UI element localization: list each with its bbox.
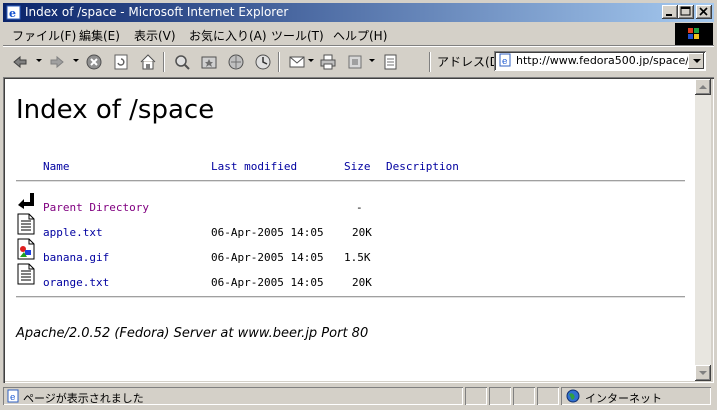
close-icon <box>699 7 708 16</box>
close-button[interactable] <box>696 5 712 19</box>
forward-button[interactable] <box>46 52 68 72</box>
minimize-icon <box>666 14 672 16</box>
security-zone-cell[interactable]: インターネット <box>561 387 711 405</box>
column-header-size[interactable]: Size <box>344 160 371 173</box>
history-icon <box>255 54 271 70</box>
toolbar-separator <box>163 52 165 72</box>
status-message-cell: e ページが表示されました <box>3 387 463 405</box>
scroll-down-button[interactable] <box>695 365 711 381</box>
security-zone-label: インターネット <box>585 392 662 405</box>
status-bar: e ページが表示されました インターネット <box>3 386 714 407</box>
file-link-parent-directory[interactable]: Parent Directory <box>43 201 149 214</box>
maximize-icon <box>680 6 691 16</box>
file-modified: 06-Apr-2005 14:05 <box>211 276 324 289</box>
refresh-button[interactable] <box>110 52 132 72</box>
column-header-last-modified[interactable]: Last modified <box>211 160 297 173</box>
address-bar[interactable]: e http://www.fedora500.jp/space/ <box>494 51 706 71</box>
page-title: Index of /space <box>16 95 215 125</box>
edit-dropdown[interactable] <box>369 59 375 62</box>
print-icon <box>320 54 336 70</box>
scroll-up-button[interactable] <box>695 79 711 95</box>
file-size: - <box>356 201 363 214</box>
file-size: 20K <box>352 276 372 289</box>
mail-icon <box>289 56 305 68</box>
search-button[interactable] <box>171 52 193 72</box>
file-link[interactable]: orange.txt <box>43 276 109 289</box>
throbber <box>675 23 713 45</box>
file-link[interactable]: apple.txt <box>43 226 103 239</box>
server-signature: Apache/2.0.52 (Fedora) Server at www.bee… <box>16 326 369 341</box>
status-message: ページが表示されました <box>23 392 144 405</box>
back-arrow-icon <box>18 193 34 209</box>
toolbar-separator <box>429 52 431 72</box>
home-icon <box>140 54 156 70</box>
favorites-button[interactable] <box>198 52 220 72</box>
media-icon <box>228 54 244 70</box>
file-modified: 06-Apr-2005 14:05 <box>211 226 324 239</box>
menu-help[interactable]: ヘルプ(H) <box>333 27 387 44</box>
svg-text:e: e <box>9 7 16 20</box>
footer-divider <box>16 296 685 298</box>
text-file-icon <box>17 213 35 235</box>
address-dropdown-button[interactable] <box>688 53 704 69</box>
history-button[interactable] <box>252 52 274 72</box>
address-input[interactable]: http://www.fedora500.jp/space/ <box>516 54 689 67</box>
menu-file[interactable]: ファイル(F) <box>12 27 76 44</box>
discuss-button[interactable] <box>379 52 401 72</box>
menu-bar: ファイル(F) 編集(E) 表示(V) お気に入り(A) ツール(T) ヘルプ(… <box>3 23 663 45</box>
svg-text:e: e <box>10 393 15 403</box>
forward-dropdown[interactable] <box>73 59 79 62</box>
browser-window: e Index of /space - Microsoft Internet E… <box>0 0 717 410</box>
file-link[interactable]: banana.gif <box>43 251 109 264</box>
title-bar[interactable]: e Index of /space - Microsoft Internet E… <box>3 3 714 22</box>
page-icon: e <box>499 53 511 67</box>
edit-button[interactable] <box>344 52 366 72</box>
favorites-icon <box>201 56 217 69</box>
status-cell <box>465 387 487 405</box>
internet-explorer-icon: e <box>6 5 21 20</box>
back-dropdown[interactable] <box>36 59 42 62</box>
forward-icon <box>50 55 64 69</box>
file-size: 1.5K <box>344 251 371 264</box>
page-done-icon: e <box>7 389 19 403</box>
menu-tools[interactable]: ツール(T) <box>271 27 324 44</box>
windows-logo-icon <box>688 28 699 39</box>
stop-button[interactable] <box>83 52 105 72</box>
status-cell <box>489 387 511 405</box>
edit-icon <box>348 55 362 69</box>
back-button[interactable] <box>9 52 31 72</box>
status-cell <box>513 387 535 405</box>
file-modified: 06-Apr-2005 14:05 <box>211 251 324 264</box>
home-button[interactable] <box>137 52 159 72</box>
maximize-button[interactable] <box>678 5 694 19</box>
text-file-icon <box>17 263 35 285</box>
discuss-icon <box>384 54 397 70</box>
toolbar-separator <box>278 52 280 72</box>
print-button[interactable] <box>317 52 339 72</box>
back-icon <box>13 55 27 69</box>
search-icon <box>175 55 190 70</box>
menu-favorites[interactable]: お気に入り(A) <box>189 27 267 44</box>
file-size: 20K <box>352 226 372 239</box>
vertical-scrollbar[interactable] <box>695 79 711 381</box>
page-content: Index of /space Name Last modified Size … <box>5 79 695 381</box>
status-cell <box>537 387 559 405</box>
globe-icon <box>566 389 580 403</box>
svg-text:e: e <box>502 57 507 67</box>
menu-edit[interactable]: 編集(E) <box>79 27 120 44</box>
mail-dropdown[interactable] <box>308 59 314 62</box>
window-title: Index of /space - Microsoft Internet Exp… <box>25 5 289 19</box>
menu-view[interactable]: 表示(V) <box>134 27 176 44</box>
header-divider <box>16 180 685 182</box>
media-button[interactable] <box>225 52 247 72</box>
mail-button[interactable] <box>286 52 308 72</box>
stop-icon <box>86 54 102 70</box>
column-header-description[interactable]: Description <box>386 160 459 173</box>
minimize-button[interactable] <box>662 5 678 19</box>
column-header-name[interactable]: Name <box>43 160 70 173</box>
refresh-icon <box>114 54 128 70</box>
image-file-icon <box>17 238 35 260</box>
